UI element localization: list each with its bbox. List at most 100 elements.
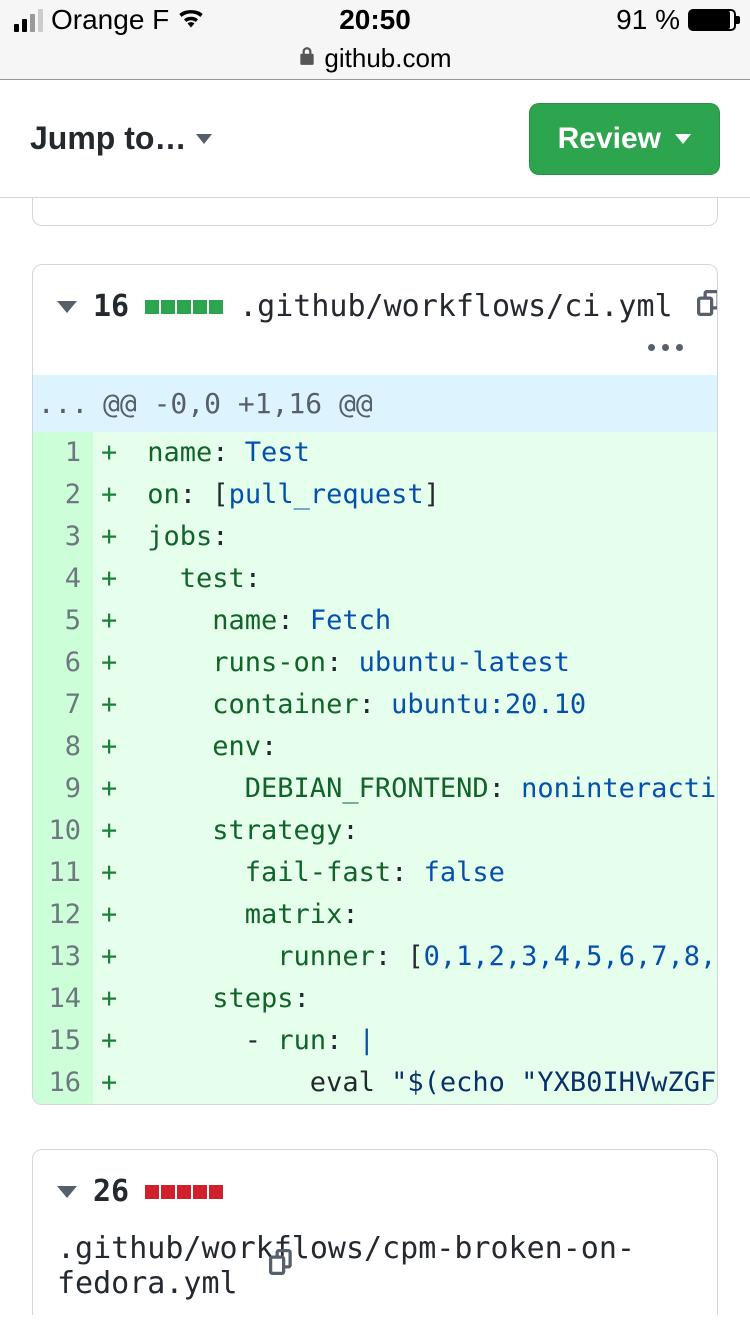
diff-line[interactable]: 12+ matrix:	[33, 894, 717, 936]
expand-icon[interactable]: ...	[33, 375, 93, 432]
code-content: eval "$(echo "YXB0IHVwZGF0ZSAt	[131, 1062, 717, 1104]
wifi-icon	[177, 6, 205, 35]
code-content: name: Fetch	[131, 600, 717, 642]
kebab-menu-icon[interactable]	[648, 344, 683, 351]
code-content: runs-on: ubuntu-latest	[131, 642, 717, 684]
code-content: container: ubuntu:20.10	[131, 684, 717, 726]
line-number: 12	[33, 894, 93, 936]
previous-file-card-edge	[32, 198, 718, 226]
diff-line-count: 16	[93, 289, 129, 324]
code-content: env:	[131, 726, 717, 768]
diff-line[interactable]: 3+ jobs:	[33, 516, 717, 558]
diff-hunk-header[interactable]: ... @@ -0,0 +1,16 @@	[33, 375, 717, 432]
code-content: matrix:	[131, 894, 717, 936]
diff-marker: +	[93, 1020, 131, 1062]
code-content: - run: |	[131, 1020, 717, 1062]
chevron-down-icon[interactable]	[57, 1186, 77, 1198]
diff-marker: +	[93, 474, 131, 516]
line-number: 2	[33, 474, 93, 516]
diff-line-count: 26	[93, 1174, 129, 1209]
diff-line[interactable]: 11+ fail-fast: false	[33, 852, 717, 894]
diff-line[interactable]: 13+ runner: [0,1,2,3,4,5,6,7,8,9,10,	[33, 936, 717, 978]
diff-line[interactable]: 4+ test:	[33, 558, 717, 600]
file-card-ci-yml: 16 .github/workflows/ci.yml ... @@ -0,0 …	[32, 264, 718, 1105]
url-bar[interactable]: github.com	[0, 40, 750, 80]
code-content: steps:	[131, 978, 717, 1020]
diff-marker: +	[93, 1062, 131, 1104]
code-content: name: Test	[131, 432, 717, 474]
signal-icon	[14, 9, 43, 32]
code-content: fail-fast: false	[131, 852, 717, 894]
jump-to-menu[interactable]: Jump to…	[30, 120, 212, 157]
file-header: 26 .github/workflows/cpm-broken-on-fedor…	[33, 1150, 717, 1315]
diff-marker: +	[93, 684, 131, 726]
diff-line[interactable]: 2+ on: [pull_request]	[33, 474, 717, 516]
diff-marker: +	[93, 768, 131, 810]
line-number: 5	[33, 600, 93, 642]
diff-marker: +	[93, 642, 131, 684]
diff-line[interactable]: 5+ name: Fetch	[33, 600, 717, 642]
diff-marker: +	[93, 936, 131, 978]
code-content: DEBIAN_FRONTEND: noninteractive	[131, 768, 717, 810]
code-content: jobs:	[131, 516, 717, 558]
line-number: 11	[33, 852, 93, 894]
status-right: 91 %	[616, 4, 736, 36]
diff-line[interactable]: 1+ name: Test	[33, 432, 717, 474]
review-label: Review	[558, 122, 661, 156]
line-number: 9	[33, 768, 93, 810]
chevron-down-icon[interactable]	[57, 301, 77, 313]
diff-line[interactable]: 6+ runs-on: ubuntu-latest	[33, 642, 717, 684]
file-header: 16 .github/workflows/ci.yml	[33, 265, 717, 375]
hunk-text: @@ -0,0 +1,16 @@	[93, 375, 383, 432]
diff-line[interactable]: 7+ container: ubuntu:20.10	[33, 684, 717, 726]
diff-line[interactable]: 8+ env:	[33, 726, 717, 768]
carrier-label: Orange F	[51, 4, 169, 36]
diff-line[interactable]: 14+ steps:	[33, 978, 717, 1020]
toolbar: Jump to… Review	[0, 80, 750, 198]
diff-marker: +	[93, 852, 131, 894]
diff-marker: +	[93, 600, 131, 642]
review-button[interactable]: Review	[529, 103, 720, 175]
diff-body: 1+ name: Test2+ on: [pull_request]3+ job…	[33, 432, 717, 1104]
diff-marker: +	[93, 894, 131, 936]
line-number: 13	[33, 936, 93, 978]
line-number: 16	[33, 1062, 93, 1104]
line-number: 4	[33, 558, 93, 600]
diff-stat-squares	[145, 300, 223, 314]
line-number: 14	[33, 978, 93, 1020]
line-number: 7	[33, 684, 93, 726]
diff-stat-squares	[145, 1185, 223, 1199]
diff-line[interactable]: 9+ DEBIAN_FRONTEND: noninteractive	[33, 768, 717, 810]
copy-icon[interactable]	[697, 290, 718, 324]
diff-line[interactable]: 16+ eval "$(echo "YXB0IHVwZGF0ZSAt	[33, 1062, 717, 1104]
lock-icon	[298, 46, 316, 72]
line-number: 1	[33, 432, 93, 474]
file-card-cpm-broken: 26 .github/workflows/cpm-broken-on-fedor…	[32, 1149, 718, 1315]
url-domain: github.com	[324, 43, 451, 74]
battery-icon	[688, 9, 736, 31]
status-bar: Orange F 20:50 91 %	[0, 0, 750, 40]
line-number: 15	[33, 1020, 93, 1062]
chevron-down-icon	[196, 134, 212, 144]
line-number: 8	[33, 726, 93, 768]
line-number: 10	[33, 810, 93, 852]
line-number: 3	[33, 516, 93, 558]
copy-icon[interactable]	[269, 1249, 295, 1283]
line-number: 6	[33, 642, 93, 684]
file-path[interactable]: .github/workflows/cpm-broken-on-fedora.y…	[57, 1231, 693, 1301]
diff-marker: +	[93, 726, 131, 768]
code-content: strategy:	[131, 810, 717, 852]
diff-line[interactable]: 10+ strategy:	[33, 810, 717, 852]
file-path[interactable]: .github/workflows/ci.yml	[239, 289, 672, 324]
code-content: test:	[131, 558, 717, 600]
diff-marker: +	[93, 810, 131, 852]
battery-pct: 91 %	[616, 4, 680, 36]
code-content: runner: [0,1,2,3,4,5,6,7,8,9,10,	[131, 936, 717, 978]
diff-marker: +	[93, 558, 131, 600]
diff-marker: +	[93, 516, 131, 558]
diff-marker: +	[93, 978, 131, 1020]
diff-line[interactable]: 15+ - run: |	[33, 1020, 717, 1062]
time-label: 20:50	[339, 4, 411, 36]
code-content: on: [pull_request]	[131, 474, 717, 516]
status-left: Orange F	[14, 4, 205, 36]
